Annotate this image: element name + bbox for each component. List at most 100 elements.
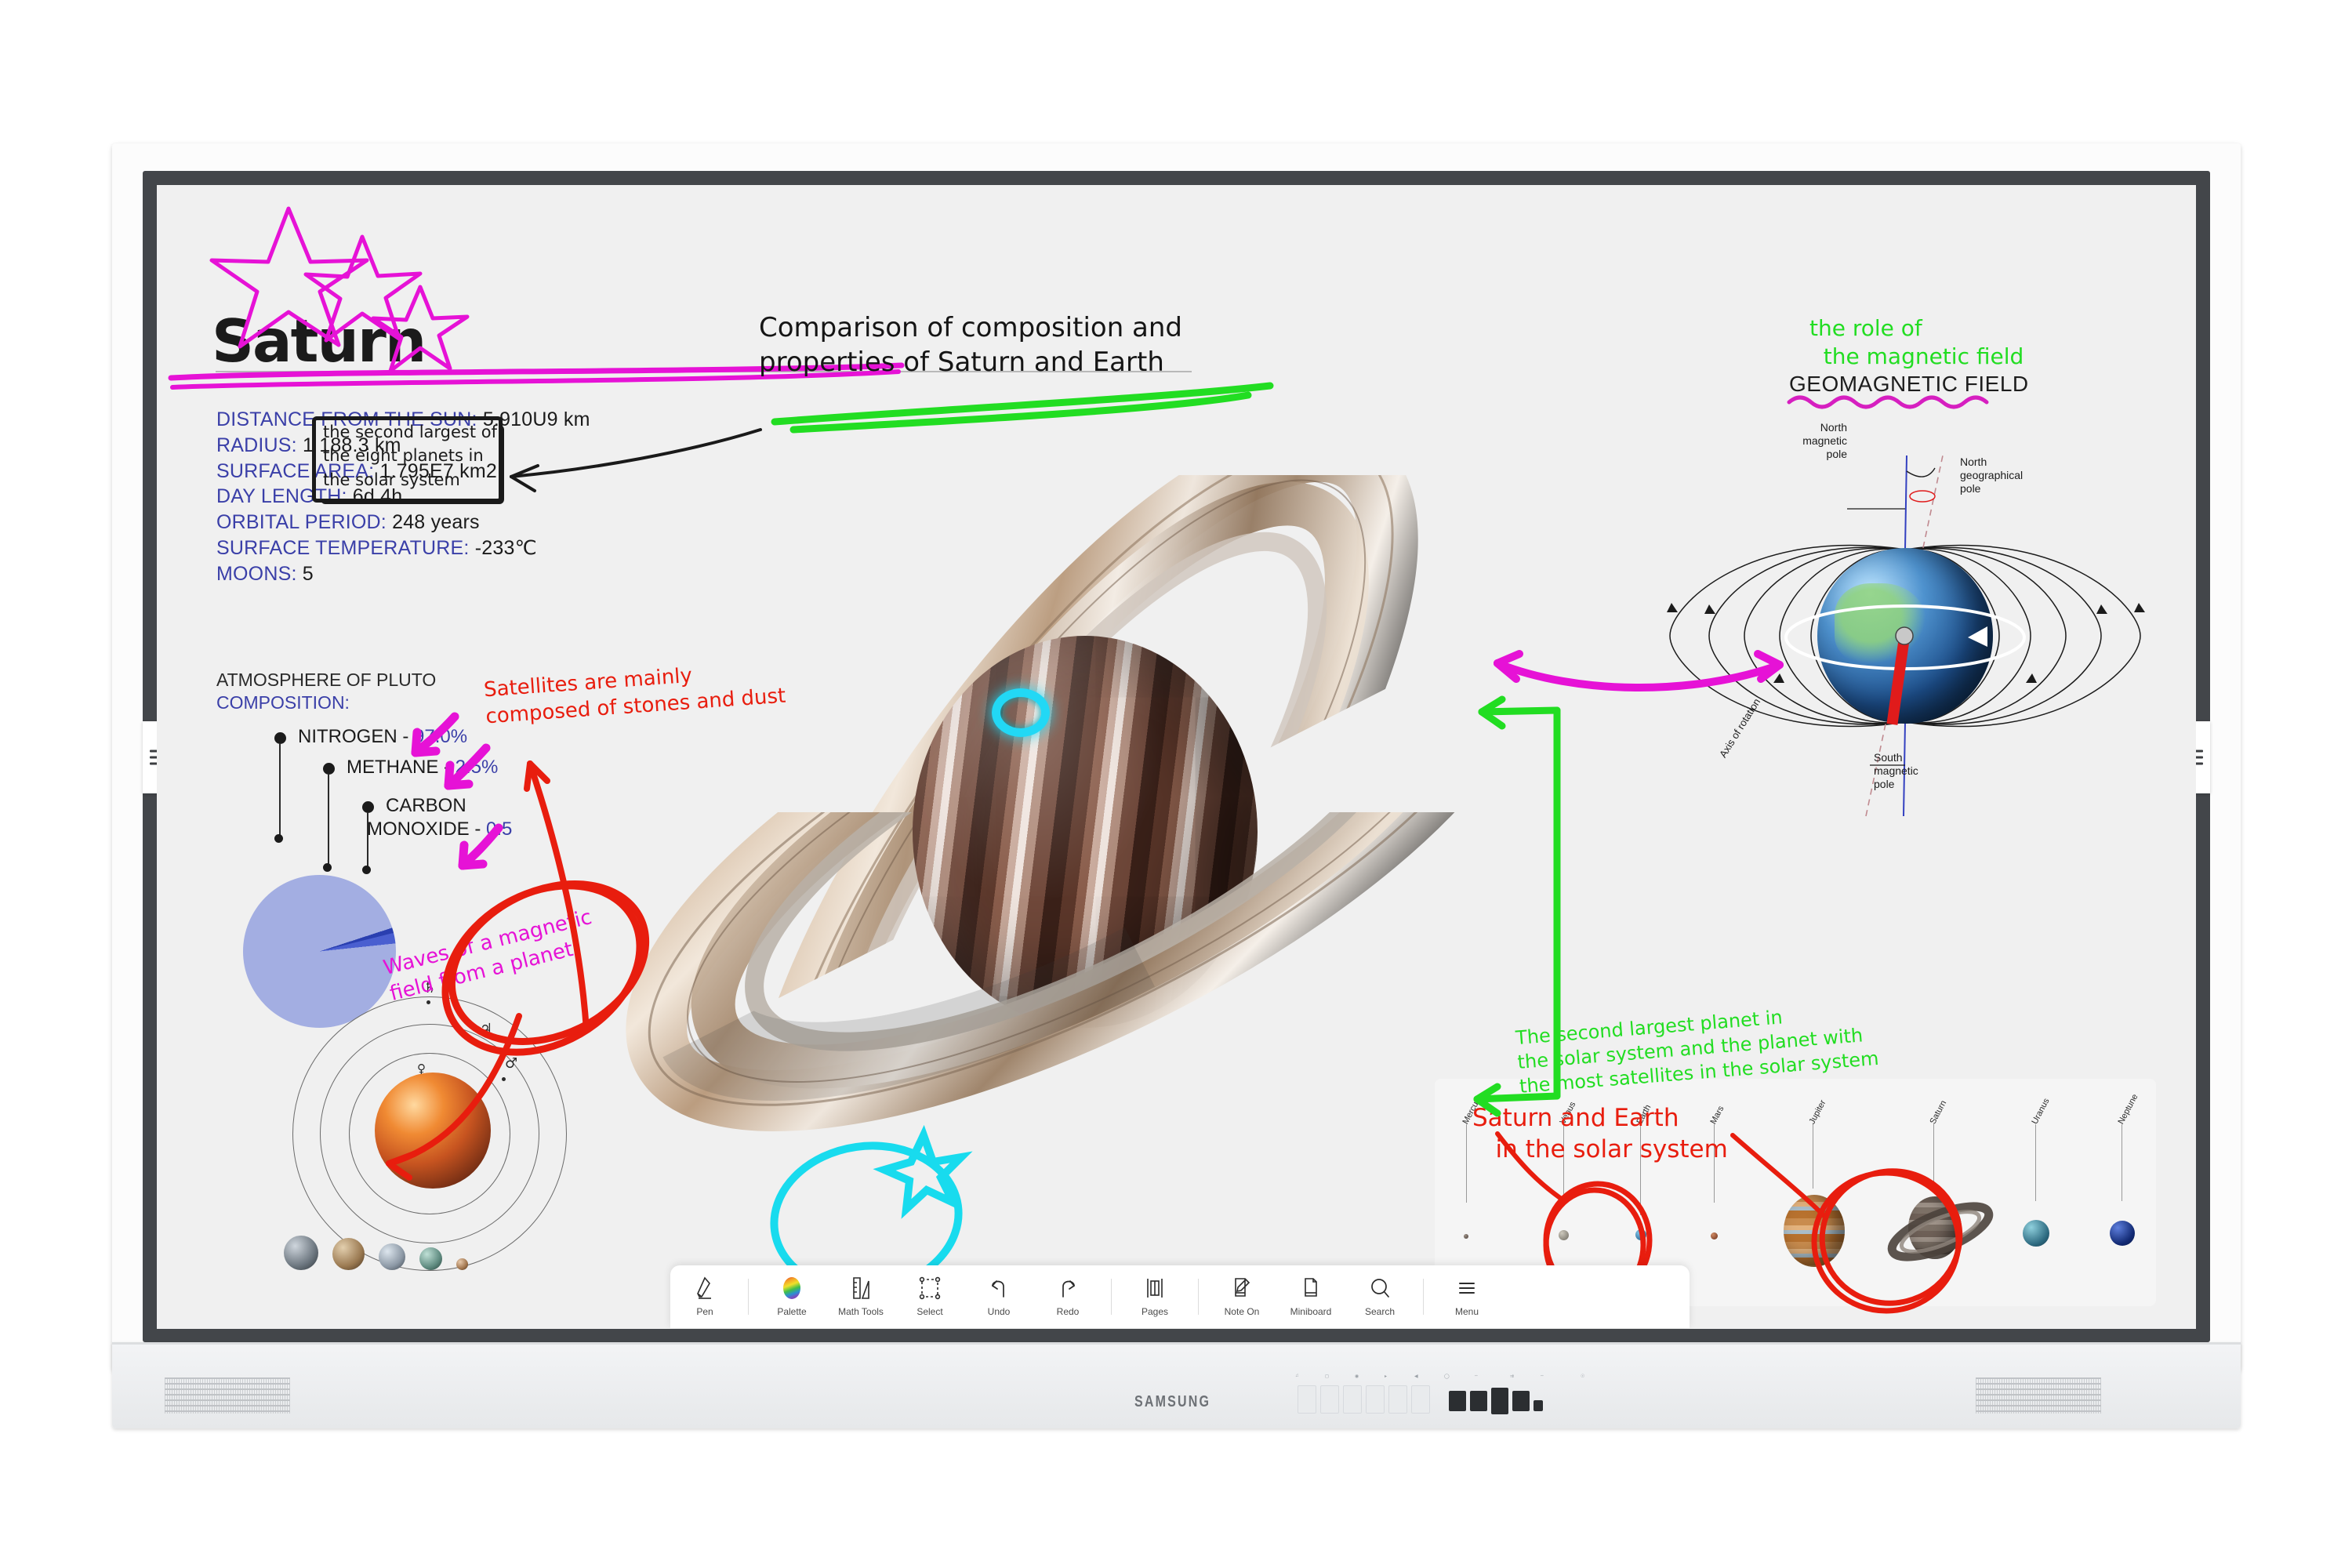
tool-note-on[interactable]: Note On [1207, 1265, 1276, 1328]
toolbar-separator [748, 1279, 749, 1315]
label-north-magnetic-pole: North magnetic pole [1802, 421, 1847, 460]
legend-dot [274, 732, 286, 744]
tool-pages[interactable]: Pages [1120, 1265, 1189, 1328]
green-underline-stroke [771, 382, 1274, 434]
moon-row [284, 1236, 468, 1270]
aux-port [1534, 1400, 1543, 1411]
legend-dot-end [274, 834, 283, 843]
toolbar-separator [1111, 1279, 1112, 1315]
port-slot [1298, 1385, 1316, 1414]
port-slot [1366, 1385, 1385, 1414]
page-title: Saturn [212, 307, 426, 376]
palette-icon [782, 1276, 802, 1300]
mars-planet-image [375, 1073, 491, 1189]
port-bay [1298, 1385, 1543, 1414]
saturn-rings-front-svg [626, 812, 1538, 1131]
usb-port [1449, 1391, 1466, 1411]
atmosphere-heading: ATMOSPHERE OF PLUTO COMPOSITION: [216, 670, 437, 713]
geomagnetic-field-diagram: North magnetic pole North geographical p… [1631, 408, 2180, 863]
port-slot [1411, 1385, 1430, 1414]
tool-label: Select [916, 1306, 943, 1317]
hdmi-port [1512, 1391, 1530, 1411]
jupiter-symbol-icon: ♃ [480, 1021, 493, 1037]
tool-label: Note On [1224, 1306, 1260, 1317]
moon-1 [284, 1236, 318, 1270]
redo-icon [1057, 1276, 1079, 1300]
strip-saturn-ring-svg [1887, 1202, 1994, 1261]
fact-row: ORBITAL PERIOD: 248 years [216, 511, 480, 533]
tool-search[interactable]: Search [1345, 1265, 1414, 1328]
tool-menu[interactable]: Menu [1432, 1265, 1501, 1328]
speaker-grille-right [1976, 1377, 2101, 1414]
legend-dot [323, 763, 335, 775]
tool-pen[interactable]: Pen [670, 1265, 739, 1328]
math-tools-icon [850, 1276, 872, 1300]
tool-undo[interactable]: Undo [964, 1265, 1033, 1328]
legend-dot-end [362, 866, 371, 874]
pen-icon [694, 1276, 716, 1300]
leader-line [328, 774, 329, 867]
device-chin [112, 1342, 2241, 1428]
fact-row: MOONS: 5 [216, 562, 314, 585]
whiteboard-canvas[interactable]: Saturn DISTANCE FROM THE SUN: 5.910U9 km… [157, 185, 2196, 1329]
tool-label: Miniboard [1290, 1306, 1332, 1317]
label-south-magnetic-pole: South magnetic pole [1874, 751, 1918, 790]
toolbar-separator [1198, 1279, 1199, 1315]
tool-label: Pen [696, 1306, 713, 1317]
legend-item-carbon-monoxide-l2: MONOXIDE - 0.5 [367, 818, 513, 840]
moon-5 [456, 1258, 468, 1270]
tool-label: Palette [777, 1306, 807, 1317]
tool-miniboard[interactable]: Miniboard [1276, 1265, 1345, 1328]
legend-dot-end [323, 863, 332, 872]
tool-label: Menu [1454, 1306, 1479, 1317]
moon-3 [379, 1243, 405, 1270]
bottom-toolbar[interactable]: Pen Palette Math Tools Select Undo Redo … [670, 1265, 1690, 1328]
port-slot [1343, 1385, 1362, 1414]
legend-dot [362, 801, 374, 813]
tool-label: Search [1364, 1306, 1396, 1317]
tool-math-tools[interactable]: Math Tools [826, 1265, 895, 1328]
note-on-icon [1231, 1276, 1253, 1300]
legend-item-carbon-monoxide-l1: CARBON [386, 795, 466, 816]
pages-icon [1144, 1276, 1166, 1300]
toolbar-separator [1423, 1279, 1424, 1315]
geomagnetic-field-title: GEOMAGNETIC FIELD [1789, 372, 2029, 396]
search-icon [1369, 1276, 1391, 1300]
legend-item-methane: METHANE - 2.5% [347, 757, 499, 778]
legend-item-nitrogen: NITROGEN - 97.0% [298, 726, 468, 747]
brand-logo: SAMSUNG [1134, 1393, 1211, 1410]
leader-line [279, 743, 281, 839]
orbit-marker [475, 1041, 479, 1045]
lan-port [1491, 1388, 1508, 1414]
label-north-geographical-pole: North geographical pole [1960, 456, 2024, 495]
port-slot [1320, 1385, 1339, 1414]
tool-redo[interactable]: Redo [1033, 1265, 1102, 1328]
tool-palette[interactable]: Palette [757, 1265, 826, 1328]
orbit-marker [502, 1077, 506, 1081]
tool-label: Math Tools [838, 1306, 884, 1317]
orbit-marker [426, 1000, 430, 1004]
annotation-role-of-magnetic-field: the role of the magnetic field [1809, 315, 2024, 370]
inner-solar-system-diagram: ♄ ♃ ♂ ♀ [273, 977, 586, 1290]
tool-label: Undo [987, 1306, 1011, 1317]
annotation-header-comparison: Comparison of composition and properties… [759, 312, 1183, 379]
tool-label: Redo [1056, 1306, 1080, 1317]
magenta-squiggle-underline [1787, 395, 1989, 409]
screenshot-root: Saturn DISTANCE FROM THE SUN: 5.910U9 km… [0, 0, 2352, 1568]
tool-select[interactable]: Select [895, 1265, 964, 1328]
note-box-text: the second largest of the eight planets … [323, 423, 498, 489]
usb-port [1470, 1391, 1487, 1411]
port-slot [1388, 1385, 1407, 1414]
select-icon [919, 1276, 941, 1300]
miniboard-icon [1300, 1276, 1322, 1300]
annotation-saturn-earth-solar-system: Saturn and Earth in the solar system [1472, 1104, 1728, 1164]
earth-equator-svg [1784, 604, 2026, 725]
tool-label: Pages [1141, 1306, 1169, 1317]
saturn-illustration [596, 475, 1568, 1306]
venus-symbol-icon: ♀ [417, 1062, 426, 1076]
speaker-grille-left [165, 1377, 290, 1414]
undo-icon [988, 1276, 1010, 1300]
fact-row: SURFACE TEMPERATURE: -233℃ [216, 536, 537, 559]
port-labels: ♫ ◻ ◉ ▸ ◀ ◯ ⇔ ⇉ ⇔ ☉ [1295, 1374, 1585, 1379]
mars-symbol-icon: ♂ [505, 1055, 518, 1072]
